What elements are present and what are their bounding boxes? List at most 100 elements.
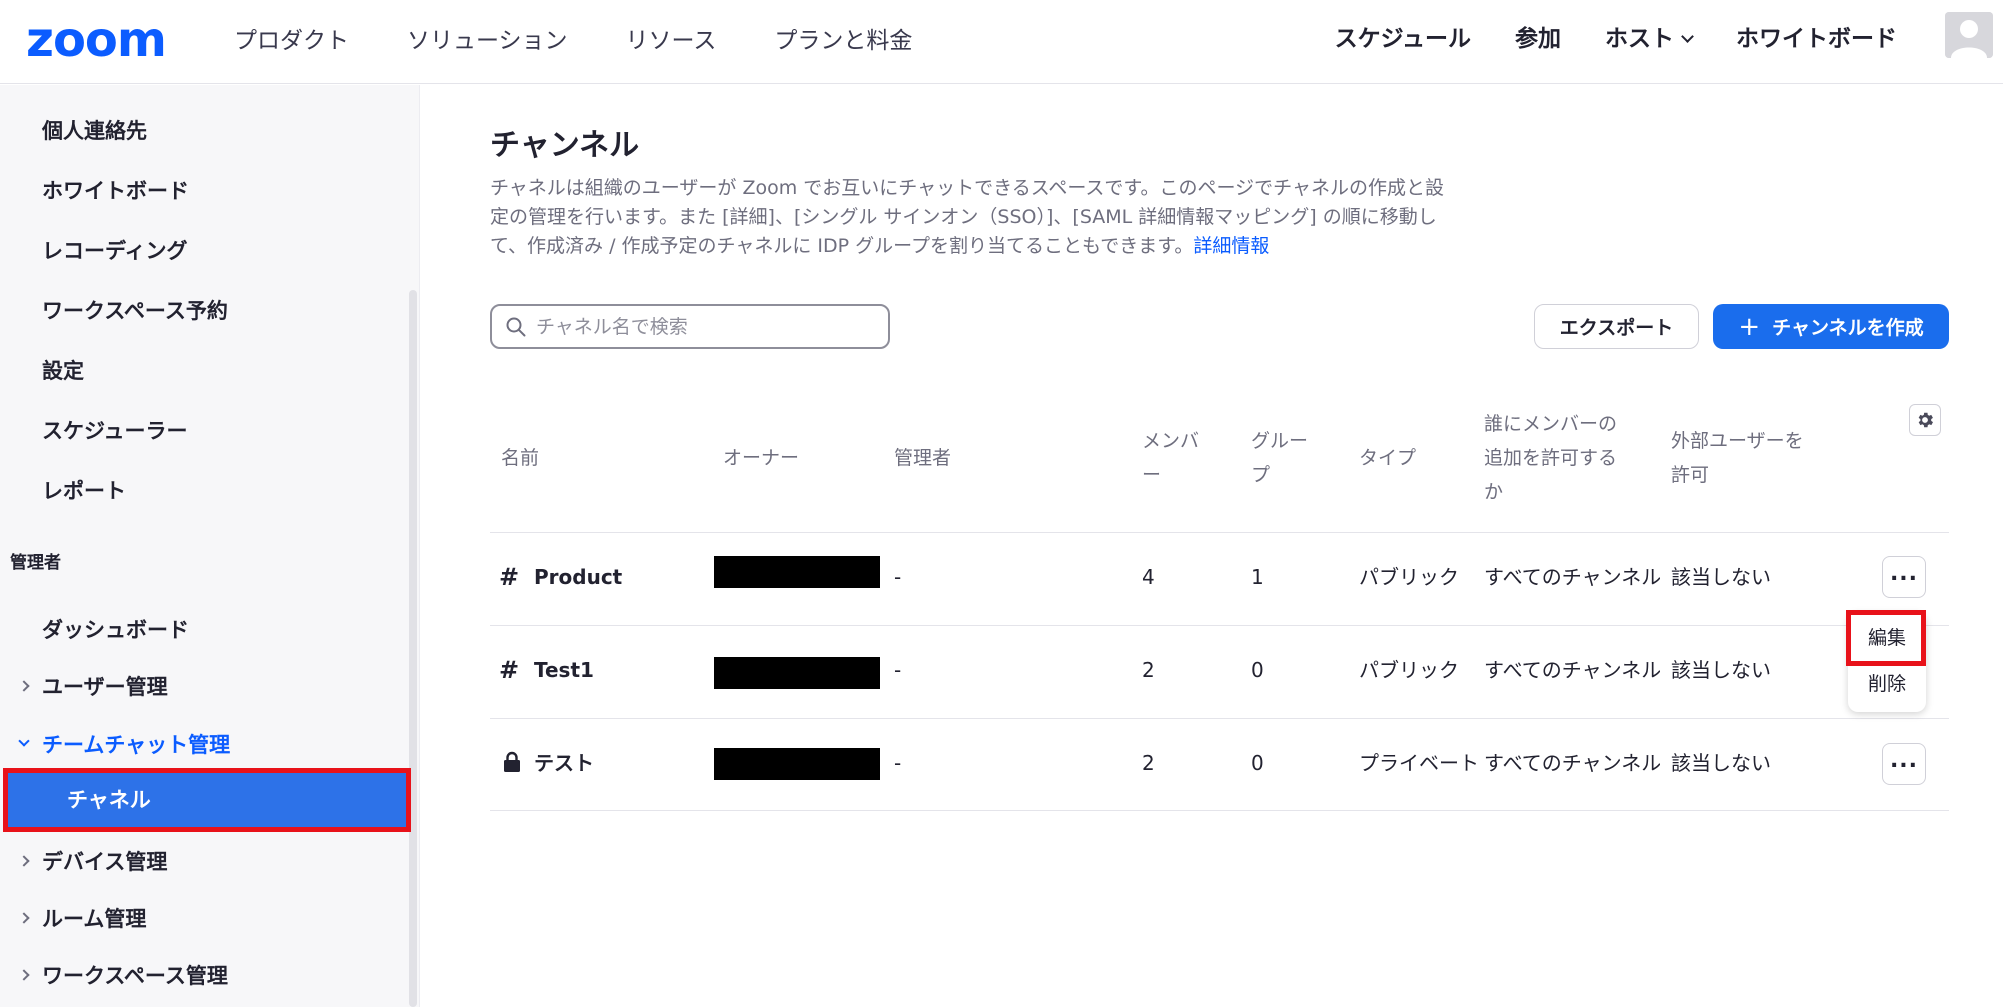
cell-admin: - [894,565,902,589]
sidebar-item-label: デバイス管理 [42,850,168,874]
cell-members: 4 [1142,565,1155,589]
search-input[interactable] [536,313,876,341]
sidebar-item-label: チャネル [67,788,151,812]
sidebar-section-admin: 管理者 [10,553,61,573]
more-actions-button[interactable]: ... [1882,743,1926,785]
menu-item-delete[interactable]: 削除 [1848,670,1926,698]
more-icon: ... [1889,748,1919,773]
description-text: て、作成済み / 作成予定のチャネルに IDP グループを割り当てることもできま… [490,235,1194,257]
nav-schedule[interactable]: スケジュール [1335,22,1471,56]
sidebar-scrollbar[interactable] [409,290,417,1007]
sidebar-item-user-management[interactable]: ユーザー管理 [18,673,168,701]
description-line: チャネルは組織のユーザーが Zoom でお互いにチャットできるスペースです。この… [490,177,1444,199]
plus-icon: + [1738,311,1761,342]
nav-products[interactable]: プロダクト [234,24,349,58]
header-text: グルー [1251,430,1309,452]
nav-resources[interactable]: リソース [626,24,717,58]
sidebar-item-personal-contacts[interactable]: 個人連絡先 [42,117,147,145]
redacted-owner [714,657,880,689]
header-text: か [1484,481,1504,503]
description-line: 定の管理を行います。また [詳細]、[シングル サインオン（SSO）]、[SAM… [490,206,1437,228]
channel-search[interactable] [490,304,890,349]
nav-join[interactable]: 参加 [1515,22,1561,56]
page-description: チャネルは組織のユーザーが Zoom でお互いにチャットできるスペースです。この… [490,174,1500,261]
zoom-logo[interactable]: zoom [26,14,167,66]
sidebar-item-whiteboard[interactable]: ホワイトボード [42,177,189,205]
export-button[interactable]: エクスポート [1534,304,1699,349]
description-line: て、作成済み / 作成予定のチャネルに IDP グループを割り当てることもできま… [490,232,1500,261]
cell-who-can-add: すべてのチャンネル [1484,658,1660,682]
header-text: 許可 [1671,464,1710,486]
nav-right: スケジュール 参加 ホスト ホワイトボード [1291,22,1897,56]
search-icon [506,317,526,337]
learn-more-link[interactable]: 詳細情報 [1193,235,1269,257]
avatar[interactable] [1945,12,1993,58]
header-admin: 管理者 [894,447,952,469]
cell-admin: - [894,751,902,775]
header-type: タイプ [1359,447,1417,469]
cell-allow-external: 該当しない [1671,751,1771,775]
sidebar-item-team-chat-management[interactable]: チームチャット管理 [18,731,231,759]
nav-left: プロダクト ソリューション リソース プランと料金 [234,24,970,58]
sidebar-item-label: チームチャット管理 [42,733,231,757]
header-allow-external: 外部ユーザーを 許可 [1671,424,1804,492]
nav-whiteboard[interactable]: ホワイトボード [1736,22,1897,56]
sidebar-item-label: ユーザー管理 [42,675,168,699]
header-name: 名前 [501,447,540,469]
cell-members: 2 [1142,751,1155,775]
redacted-owner [714,556,880,588]
sidebar-item-dashboard[interactable]: ダッシュボード [42,616,189,644]
header-text: メンバ [1142,430,1200,452]
page-title: チャンネル [490,128,640,163]
lock-icon [504,751,520,772]
sidebar-item-reports[interactable]: レポート [42,477,126,505]
gear-icon [1918,412,1933,428]
cell-allow-external: 該当しない [1671,658,1771,682]
table-header-divider [490,532,1949,533]
sidebar-item-device-management[interactable]: デバイス管理 [18,848,168,876]
sidebar-item-channel[interactable]: チャネル [3,768,411,832]
header-text: プ [1251,464,1271,486]
header-text: 追加を許可する [1484,447,1618,469]
user-avatar-icon [1945,12,1993,58]
header-who-can-add: 誰にメンバーの 追加を許可する か [1484,407,1617,509]
sidebar-item-scheduler[interactable]: スケジューラー [42,417,188,445]
header-text: 外部ユーザーを [1671,430,1804,452]
hash-icon: # [499,656,520,684]
row-divider [490,810,1949,811]
nav-pricing[interactable]: プランと料金 [774,24,912,58]
cell-who-can-add: すべてのチャンネル [1484,751,1660,775]
more-actions-button[interactable]: ... [1882,556,1926,598]
create-channel-label: チャンネルを作成 [1772,317,1924,339]
nav-solutions[interactable]: ソリューション [407,24,568,58]
header-text: ー [1142,464,1162,486]
channel-name[interactable]: Product [534,563,622,591]
sidebar-item-workspace-reservation[interactable]: ワークスペース予約 [42,297,228,325]
column-settings-button[interactable] [1909,404,1941,436]
more-icon: ... [1889,561,1919,586]
hash-icon: # [499,563,520,591]
nav-host[interactable]: ホスト [1605,22,1694,56]
sidebar-item-workspace-management[interactable]: ワークスペース管理 [18,962,228,990]
channel-name[interactable]: Test1 [534,656,594,684]
sidebar-item-label: ルーム管理 [42,907,147,931]
redacted-owner [714,748,880,780]
cell-groups: 0 [1251,751,1264,775]
cell-who-can-add: すべてのチャンネル [1484,565,1660,589]
channel-name[interactable]: テスト [534,749,594,777]
cell-type: プライベート [1359,751,1477,775]
header-text: 誰にメンバーの [1484,413,1618,435]
sidebar-item-room-management[interactable]: ルーム管理 [18,905,147,933]
cell-type: パブリック [1359,565,1459,589]
cell-members: 2 [1142,658,1155,682]
row-divider [490,718,1949,719]
create-channel-button[interactable]: + チャンネルを作成 [1713,304,1949,349]
cell-admin: - [894,658,902,682]
top-nav: zoom プロダクト ソリューション リソース プランと料金 スケジュール 参加… [0,0,2003,84]
header-groups: グルー プ [1251,424,1308,492]
sidebar-item-label: ワークスペース管理 [42,964,228,988]
cell-allow-external: 該当しない [1671,565,1771,589]
sidebar-item-recording[interactable]: レコーディング [42,237,188,265]
cell-groups: 1 [1251,565,1264,589]
sidebar-item-settings[interactable]: 設定 [42,357,84,385]
